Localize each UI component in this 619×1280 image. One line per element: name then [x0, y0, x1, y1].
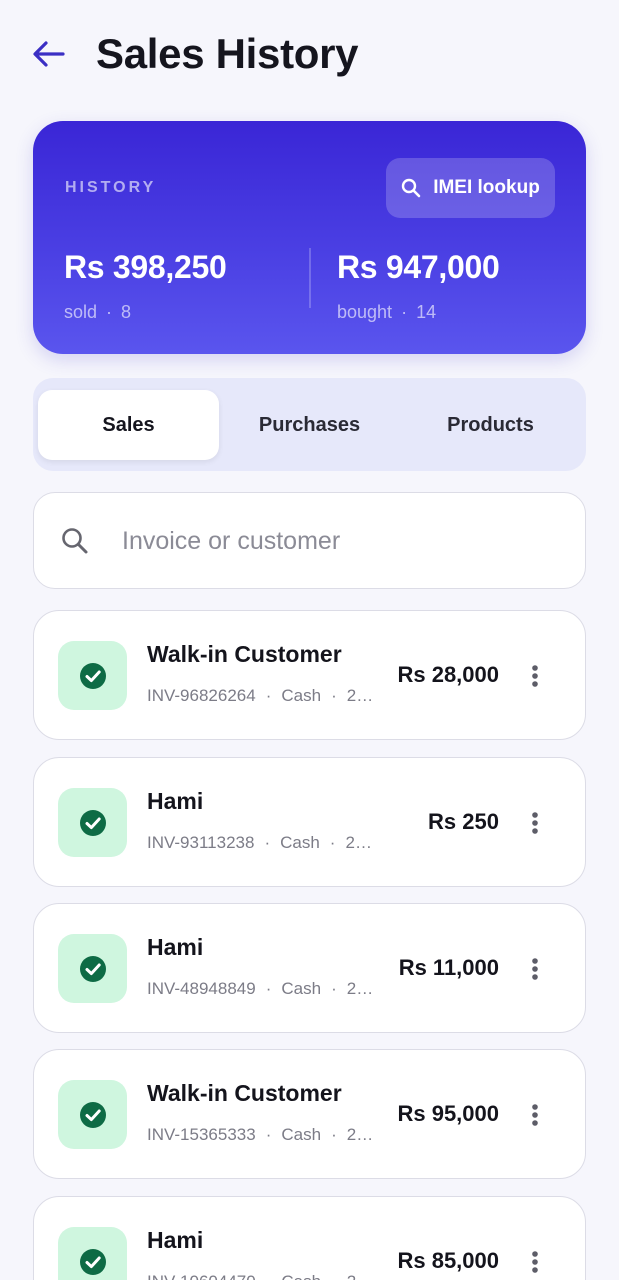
sale-date: 20…	[346, 979, 379, 998]
meta-separator: ·	[264, 833, 271, 852]
payment-method: Cash	[281, 1272, 321, 1280]
search-input[interactable]	[122, 513, 562, 569]
sale-amount: Rs 28,000	[397, 662, 499, 687]
imei-lookup-label: IMEI lookup	[433, 177, 540, 198]
sale-amount: Rs 95,000	[397, 1101, 499, 1126]
invoice-number: INV-10604470	[147, 1272, 256, 1280]
meta-separator: ·	[265, 686, 272, 705]
more-vertical-icon	[532, 665, 538, 687]
sold-amount: Rs 398,250	[64, 249, 227, 285]
sale-meta: INV-10604470 · Cash · 20…	[147, 1272, 379, 1280]
meta-separator: ·	[265, 1125, 272, 1144]
sale-meta: INV-48948849 · Cash · 20…	[147, 979, 379, 999]
hero-divider	[309, 248, 311, 308]
bought-amount: Rs 947,000	[337, 249, 500, 285]
customer-name: Hami	[147, 1227, 204, 1253]
sale-date: 2026-0…	[345, 833, 379, 852]
more-vertical-icon	[532, 958, 538, 980]
check-circle-icon	[79, 662, 106, 689]
search-box	[33, 492, 586, 589]
payment-method: Cash	[281, 686, 322, 705]
meta-separator: ·	[331, 979, 337, 998]
customer-name: Hami	[147, 788, 204, 814]
meta-separator: ·	[266, 1272, 272, 1280]
more-vertical-icon	[532, 1251, 538, 1273]
status-tile	[58, 788, 127, 857]
meta-separator: ·	[331, 686, 337, 705]
invoice-number: INV-96826264	[147, 686, 256, 705]
check-circle-icon	[79, 809, 106, 836]
sold-count: 8	[121, 302, 132, 322]
sold-label: sold	[64, 302, 98, 322]
sale-card[interactable]: Walk-in Customer INV-96826264 · Cash · 20… Rs …	[33, 610, 586, 740]
invoice-number: INV-48948849	[147, 979, 256, 998]
check-circle-icon	[79, 955, 106, 982]
payment-method: Cash	[280, 833, 320, 852]
tab-sales[interactable]: Sales	[38, 390, 219, 460]
customer-name: Walk-in Customer	[147, 641, 342, 667]
tab-purchases[interactable]: Purchases	[219, 390, 400, 460]
more-vertical-icon	[532, 812, 538, 834]
status-tile	[58, 1080, 127, 1149]
invoice-number: INV-15365333	[147, 1125, 256, 1144]
status-tile	[58, 934, 127, 1003]
sale-card[interactable]: Walk-in Customer INV-15365333 · Cash · 20… Rs …	[33, 1049, 586, 1179]
sale-date: 20…	[346, 686, 379, 705]
more-options-button[interactable]	[521, 953, 549, 985]
meta-separator: ·	[331, 1272, 337, 1280]
status-tile	[58, 641, 127, 710]
arrow-left-icon	[33, 41, 65, 67]
sale-meta: INV-93113238 · Cash · 2026-0…	[147, 833, 379, 853]
page-title: Sales History	[96, 30, 359, 77]
sale-card[interactable]: Hami INV-48948849 · Cash · 20… Rs 11,000	[33, 903, 586, 1033]
sale-meta: INV-15365333 · Cash · 20…	[147, 1125, 379, 1145]
invoice-number: INV-93113238	[147, 833, 255, 852]
sale-meta: INV-96826264 · Cash · 20…	[147, 686, 379, 706]
check-circle-icon	[79, 1101, 106, 1128]
sale-card[interactable]: Hami INV-10604470 · Cash · 20… Rs 85,000	[33, 1196, 586, 1280]
back-button[interactable]	[26, 32, 70, 76]
customer-name: Hami	[147, 934, 204, 960]
sold-separator: ·	[106, 302, 113, 322]
bought-separator: ·	[401, 302, 408, 322]
more-options-button[interactable]	[521, 1246, 549, 1278]
bought-count: 14	[416, 302, 437, 322]
sale-card[interactable]: Hami INV-93113238 · Cash · 2026-0… Rs 250	[33, 757, 586, 887]
meta-separator: ·	[265, 979, 272, 998]
sale-amount: Rs 11,000	[398, 955, 499, 980]
customer-name: Walk-in Customer	[147, 1080, 342, 1106]
sale-date: 20…	[347, 1272, 379, 1280]
meta-separator: ·	[331, 1125, 337, 1144]
more-options-button[interactable]	[521, 807, 549, 839]
sale-amount: Rs 85,000	[397, 1248, 499, 1273]
tab-bar: Sales Purchases Products	[33, 378, 586, 471]
sale-date: 20…	[346, 1125, 379, 1144]
check-circle-icon	[79, 1248, 106, 1275]
tab-products[interactable]: Products	[400, 390, 581, 460]
search-icon	[401, 178, 421, 198]
payment-method: Cash	[281, 979, 322, 998]
bought-stat: Rs 947,000 bought · 14	[337, 249, 500, 323]
status-tile	[58, 1227, 127, 1280]
history-label: HISTORY	[65, 179, 157, 196]
payment-method: Cash	[281, 1125, 322, 1144]
sold-stat: Rs 398,250 sold · 8	[64, 249, 227, 323]
more-vertical-icon	[532, 1104, 538, 1126]
search-icon	[62, 528, 88, 554]
meta-separator: ·	[329, 833, 336, 852]
more-options-button[interactable]	[521, 1099, 549, 1131]
history-summary-card: HISTORY IMEI lookup Rs 398,250 sold · 8 …	[33, 121, 586, 354]
header: Sales History	[0, 0, 619, 110]
more-options-button[interactable]	[521, 660, 549, 692]
bought-label: bought	[337, 302, 393, 322]
sale-amount: Rs 250	[428, 809, 499, 834]
imei-lookup-button[interactable]: IMEI lookup	[386, 158, 555, 218]
